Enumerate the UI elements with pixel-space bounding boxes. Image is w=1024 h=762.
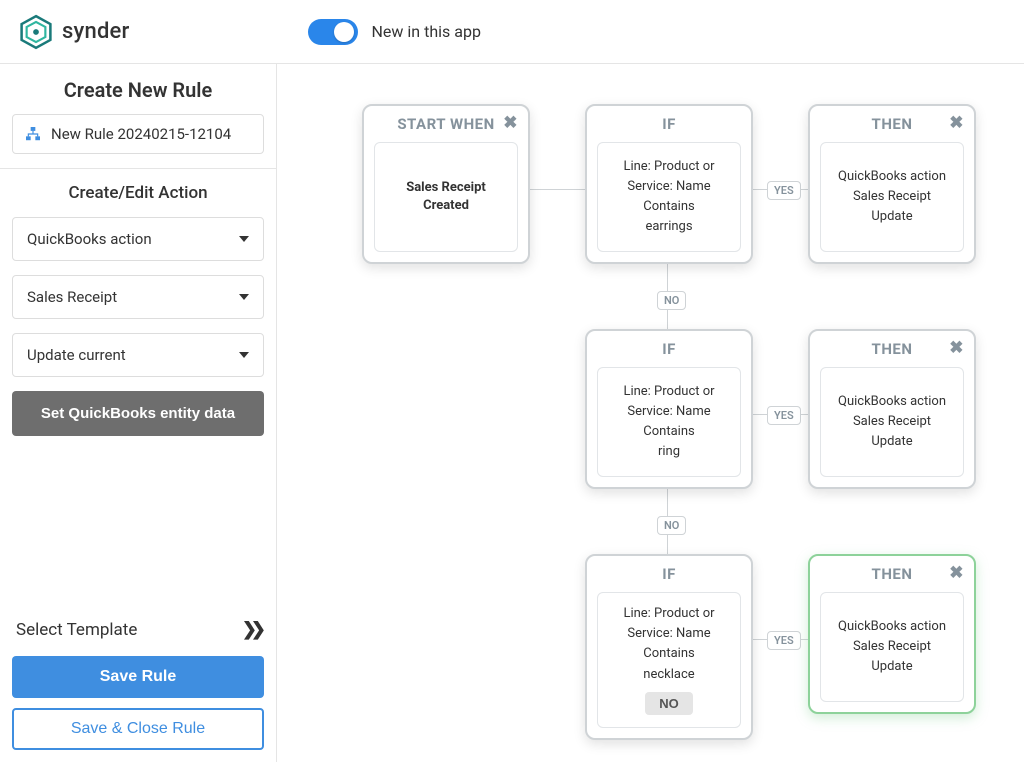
node-head: IF xyxy=(587,556,751,592)
sidebar-title: Create New Rule xyxy=(12,78,264,102)
hierarchy-icon xyxy=(25,127,41,141)
logo: synder xyxy=(18,14,130,50)
node-head: START WHEN ✖ xyxy=(364,106,528,142)
node-if-1[interactable]: IF Line: Product or Service: Name Contai… xyxy=(585,104,753,264)
node-body: Line: Product or Service: Name Contains … xyxy=(597,367,741,477)
select-template-row[interactable]: Select Template ❯❯ xyxy=(12,613,264,656)
yes-label: YES xyxy=(767,181,801,200)
node-body: Sales Receipt Created xyxy=(374,142,518,252)
node-then-3[interactable]: THEN ✖ QuickBooks action Sales Receipt U… xyxy=(808,554,976,714)
close-icon[interactable]: ✖ xyxy=(949,338,964,358)
save-rule-button[interactable]: Save Rule xyxy=(12,656,264,698)
yes-label: YES xyxy=(767,631,801,650)
connector xyxy=(527,189,587,190)
node-body: QuickBooks action Sales Receipt Update xyxy=(820,592,964,702)
new-in-app-toggle-wrap: New in this app xyxy=(308,19,481,45)
select-template-label: Select Template xyxy=(16,620,137,640)
header: synder New in this app xyxy=(0,0,1024,64)
caret-down-icon xyxy=(239,294,249,300)
node-then-2[interactable]: THEN ✖ QuickBooks action Sales Receipt U… xyxy=(808,329,976,489)
dropdown-mode[interactable]: Update current xyxy=(12,333,264,377)
close-icon[interactable]: ✖ xyxy=(503,113,518,133)
node-body: Line: Product or Service: Name Contains … xyxy=(597,142,741,252)
caret-down-icon xyxy=(239,236,249,242)
yes-label: YES xyxy=(767,406,801,425)
node-head: THEN ✖ xyxy=(810,556,974,592)
dropdown-action-type[interactable]: QuickBooks action xyxy=(12,217,264,261)
no-label: NO xyxy=(657,291,686,310)
no-label: NO xyxy=(657,516,686,535)
add-no-branch-button[interactable]: NO xyxy=(645,692,693,715)
rule-canvas[interactable]: YES NO YES NO YES START WHEN ✖ Sales Rec… xyxy=(277,64,1024,762)
rule-name-text: New Rule 20240215-12104 xyxy=(51,125,231,143)
brand-text: synder xyxy=(62,19,130,44)
node-head: THEN ✖ xyxy=(810,106,974,142)
close-icon[interactable]: ✖ xyxy=(949,563,964,583)
node-body: QuickBooks action Sales Receipt Update xyxy=(820,367,964,477)
node-head: IF xyxy=(587,106,751,142)
divider xyxy=(0,168,276,169)
sidebar-subtitle: Create/Edit Action xyxy=(12,183,264,203)
node-start-when[interactable]: START WHEN ✖ Sales Receipt Created xyxy=(362,104,530,264)
node-if-2[interactable]: IF Line: Product or Service: Name Contai… xyxy=(585,329,753,489)
node-head: IF xyxy=(587,331,751,367)
node-head: THEN ✖ xyxy=(810,331,974,367)
node-if-3[interactable]: IF Line: Product or Service: Name Contai… xyxy=(585,554,753,740)
node-then-1[interactable]: THEN ✖ QuickBooks action Sales Receipt U… xyxy=(808,104,976,264)
caret-down-icon xyxy=(239,352,249,358)
chevrons-right-icon: ❯❯ xyxy=(242,619,260,640)
set-entity-data-button[interactable]: Set QuickBooks entity data xyxy=(12,391,264,436)
toggle-label: New in this app xyxy=(372,22,481,41)
rule-name-field[interactable]: New Rule 20240215-12104 xyxy=(12,114,264,154)
save-close-rule-button[interactable]: Save & Close Rule xyxy=(12,708,264,750)
new-in-app-toggle[interactable] xyxy=(308,19,358,45)
synder-logo-icon xyxy=(18,14,54,50)
node-body: Line: Product or Service: Name Contains … xyxy=(597,592,741,728)
node-body: QuickBooks action Sales Receipt Update xyxy=(820,142,964,252)
dropdown-entity[interactable]: Sales Receipt xyxy=(12,275,264,319)
close-icon[interactable]: ✖ xyxy=(949,113,964,133)
sidebar: Create New Rule New Rule 20240215-12104 … xyxy=(0,64,277,762)
